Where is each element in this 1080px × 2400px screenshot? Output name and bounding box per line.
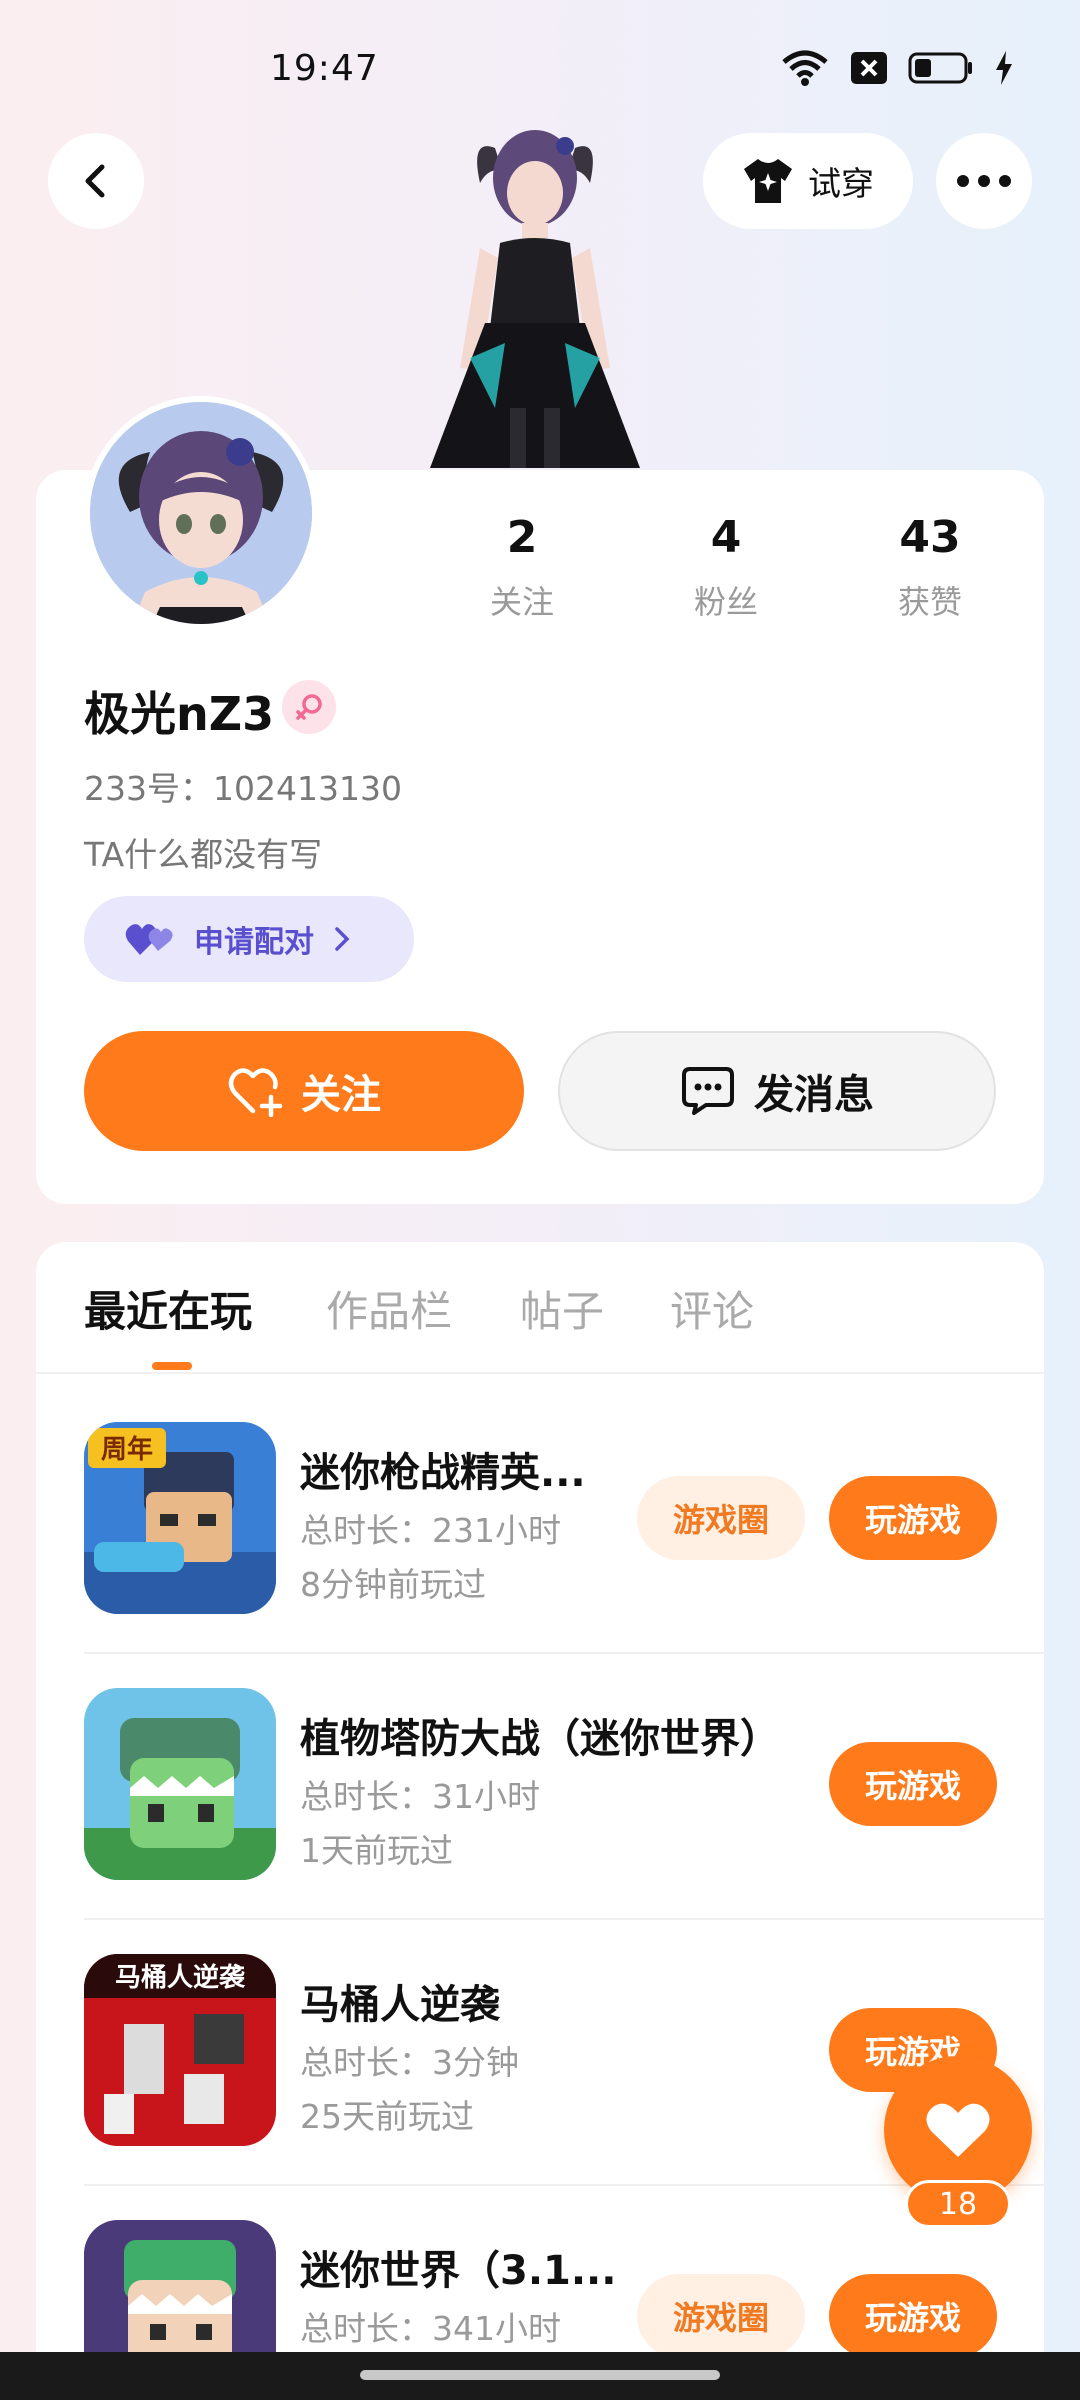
likes-count: 43 <box>899 512 961 563</box>
avatar-figure[interactable] <box>410 108 660 468</box>
game-title: 迷你枪战精英... <box>300 1450 586 1496</box>
tab-divider <box>36 1372 1044 1374</box>
avatar-image <box>90 402 312 624</box>
game-circle-button[interactable]: 游戏圈 <box>637 2274 805 2352</box>
home-indicator[interactable] <box>360 2370 720 2380</box>
try-on-button[interactable]: 试穿 <box>703 133 913 229</box>
gender-badge <box>282 680 336 734</box>
game-row[interactable]: 周年 迷你枪战精英... 总时长：231小时 8分钟前玩过 游戏圈 玩游戏 <box>84 1422 1044 1688</box>
game-icon: 马桶人逆袭 <box>84 1954 276 2146</box>
stat-followers[interactable]: 4 粉丝 <box>656 512 796 623</box>
message-button[interactable]: 发消息 <box>558 1031 996 1151</box>
avatar[interactable] <box>84 396 318 630</box>
heart-icon <box>926 2103 990 2157</box>
tab-works[interactable]: 作品栏 <box>326 1278 452 1339</box>
tab-comments[interactable]: 评论 <box>670 1278 754 1339</box>
username: 极光nZ3 <box>84 687 275 741</box>
game-duration: 总时长：31小时 <box>300 1777 540 1816</box>
heart-plus-icon <box>228 1068 283 1117</box>
stat-likes[interactable]: 43 获赞 <box>860 512 1000 623</box>
status-time: 19:47 <box>270 48 379 89</box>
game-icon <box>84 2220 276 2352</box>
following-count: 2 <box>506 512 538 563</box>
bio: TA什么都没有写 <box>84 835 323 874</box>
stat-following[interactable]: 2 关注 <box>452 512 592 623</box>
game-icon <box>84 1688 276 1880</box>
game-last-played: 8分钟前玩过 <box>300 1565 486 1604</box>
game-icon-text: 周年 <box>101 1434 153 1465</box>
sim-blocked-icon <box>851 52 887 84</box>
battery-icon <box>908 52 972 84</box>
followers-count: 4 <box>710 512 742 563</box>
game-circle-button[interactable]: 游戏圈 <box>637 1476 805 1560</box>
pair-request-label: 申请配对 <box>194 925 314 960</box>
tab-recently-played[interactable]: 最近在玩 <box>84 1278 252 1339</box>
play-game-button[interactable]: 玩游戏 <box>829 2274 997 2352</box>
game-duration: 总时长：341小时 <box>300 2309 561 2348</box>
game-title: 植物塔防大战（迷你世界） <box>300 1716 780 1762</box>
shirt-icon <box>744 159 792 203</box>
active-tab-indicator <box>152 1362 192 1370</box>
likes-label: 获赞 <box>897 583 962 621</box>
tab-posts[interactable]: 帖子 <box>520 1278 604 1339</box>
status-icons <box>780 50 1014 86</box>
wifi-icon <box>782 50 828 86</box>
back-button[interactable] <box>48 133 144 229</box>
more-icon <box>957 175 1011 187</box>
row-divider <box>84 2184 1044 2186</box>
more-button[interactable] <box>936 133 1032 229</box>
game-row[interactable]: 迷你世界（3.1... 总时长：341小时 游戏圈 玩游戏 <box>84 2220 1044 2352</box>
like-count: 18 <box>905 2180 1011 2228</box>
following-label: 关注 <box>489 583 554 621</box>
game-title: 马桶人逆袭 <box>300 1982 500 2028</box>
game-last-played: 1天前玩过 <box>300 1831 453 1870</box>
user-id: 233号：102413130 <box>84 769 402 808</box>
game-duration: 总时长：3分钟 <box>300 2043 519 2082</box>
chevron-right-icon <box>335 927 350 951</box>
play-game-button[interactable]: 玩游戏 <box>829 1476 997 1560</box>
game-title: 迷你世界（3.1... <box>300 2248 617 2294</box>
back-icon <box>85 164 105 198</box>
charging-icon <box>996 51 1012 85</box>
double-heart-icon <box>125 924 173 955</box>
follow-label: 关注 <box>301 1072 381 1118</box>
game-last-played: 25天前玩过 <box>300 2097 474 2136</box>
game-icon: 周年 <box>84 1422 276 1614</box>
try-on-label: 试穿 <box>808 164 874 203</box>
female-icon <box>296 694 322 720</box>
pair-request-button[interactable]: 申请配对 <box>84 896 414 982</box>
row-divider <box>84 1652 1044 1654</box>
game-icon-text: 马桶人逆袭 <box>115 1962 246 1993</box>
row-divider <box>84 1918 1044 1920</box>
message-label: 发消息 <box>754 1072 874 1118</box>
play-game-button[interactable]: 玩游戏 <box>829 1742 997 1826</box>
chat-icon <box>682 1067 734 1115</box>
game-row[interactable]: 植物塔防大战（迷你世界） 总时长：31小时 1天前玩过 玩游戏 <box>84 1688 1044 1954</box>
follow-button[interactable]: 关注 <box>84 1031 524 1151</box>
game-duration: 总时长：231小时 <box>300 1511 561 1550</box>
followers-label: 粉丝 <box>693 583 758 621</box>
